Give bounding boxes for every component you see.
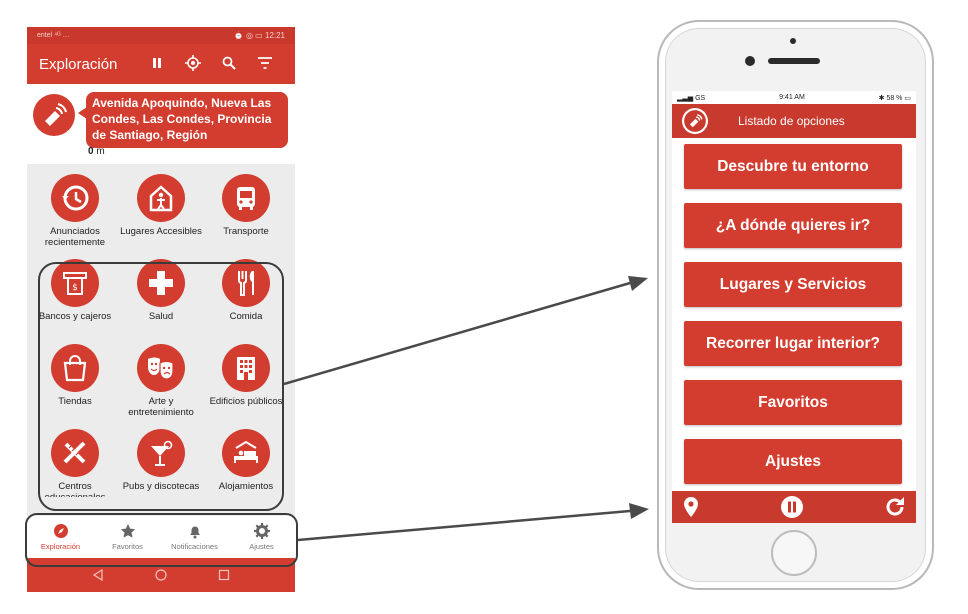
app-logo-icon (682, 108, 708, 134)
ios-battery: ✱ 58 % ▭ (878, 94, 911, 102)
earpiece-speaker (768, 58, 820, 64)
refresh-icon[interactable] (884, 496, 906, 518)
category-highlight-box (38, 262, 284, 511)
android-status-bar: entel ⁴ᴳ … ⏰ ◎ ▭ 12:21 (27, 27, 295, 44)
category-label: Transporte (223, 226, 269, 237)
ios-carrier: ▂▃▅ GS (677, 94, 706, 102)
category-transporte[interactable]: Transporte (202, 174, 290, 237)
back-icon[interactable] (92, 569, 104, 581)
ios-status-bar: ▂▃▅ GS 9:41 AM ✱ 58 % ▭ (672, 91, 916, 104)
front-camera (745, 56, 755, 66)
home-button[interactable] (771, 530, 817, 576)
proximity-sensor (790, 38, 796, 44)
app-bar: Exploración (27, 44, 295, 84)
iphone-screen: ▂▃▅ GS 9:41 AM ✱ 58 % ▭ Listado de opcio… (672, 91, 916, 523)
header-title: Listado de opciones (738, 114, 845, 128)
ios-time: 9:41 AM (779, 94, 805, 101)
accessible-place-icon (137, 174, 185, 222)
current-location-card: Avenida Apoquindo, Nueva Las Condes, Las… (27, 84, 295, 164)
pause-icon[interactable] (780, 495, 804, 519)
category-label: Lugares Accesibles (120, 226, 202, 237)
home-icon[interactable] (155, 569, 167, 581)
ios-header: Listado de opciones (672, 104, 916, 138)
category-anunciados[interactable]: Anunciados recientemente (31, 174, 119, 248)
option-ajustes-button[interactable]: Ajustes (684, 439, 902, 484)
arrow-head (628, 276, 648, 291)
options-list: Descubre tu entorno ¿A dónde quieres ir?… (672, 138, 916, 484)
category-label: Anunciados recientemente (44, 226, 106, 248)
distance-readout: 0 m (88, 146, 105, 157)
search-icon[interactable] (211, 56, 247, 73)
arrow-head (629, 503, 649, 519)
address-bubble: Avenida Apoquindo, Nueva Las Condes, Las… (78, 92, 288, 148)
bus-icon (222, 174, 270, 222)
arrow-line (283, 281, 631, 386)
option-recorrer-button[interactable]: Recorrer lugar interior? (684, 321, 902, 366)
pause-icon[interactable] (139, 56, 175, 72)
category-lugares-accesibles[interactable]: Lugares Accesibles (117, 174, 205, 237)
history-icon (51, 174, 99, 222)
page-title: Exploración (39, 55, 118, 73)
app-logo-icon (33, 94, 75, 136)
bottom-nav-highlight-box (25, 513, 298, 567)
location-pin-icon[interactable] (682, 496, 700, 518)
option-favoritos-button[interactable]: Favoritos (684, 380, 902, 425)
locate-icon[interactable] (175, 54, 211, 74)
arrow-line (297, 509, 631, 542)
option-donde-ir-button[interactable]: ¿A dónde quieres ir? (684, 203, 902, 248)
option-descubre-button[interactable]: Descubre tu entorno (684, 144, 902, 189)
option-lugares-button[interactable]: Lugares y Servicios (684, 262, 902, 307)
status-time: ⏰ ◎ ▭ 12:21 (233, 31, 285, 40)
recents-icon[interactable] (218, 569, 230, 581)
status-carrier: entel ⁴ᴳ … (37, 32, 70, 39)
filter-icon[interactable] (247, 56, 283, 72)
ios-footer-bar (672, 491, 916, 523)
